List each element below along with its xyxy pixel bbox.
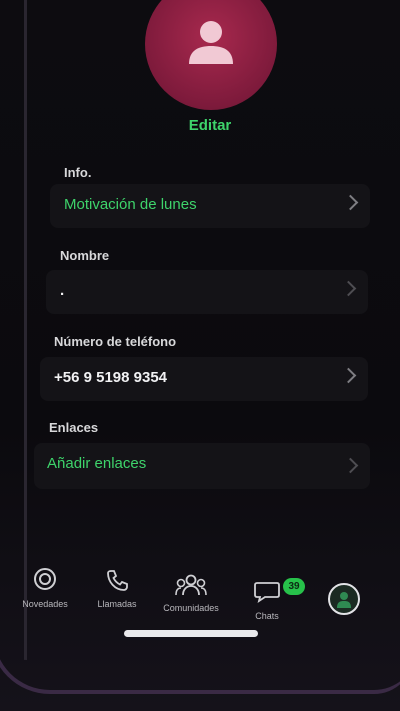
phone-label: Número de teléfono bbox=[54, 334, 177, 349]
chats-unread-badge: 39 bbox=[283, 578, 305, 595]
tab-label: Llamadas bbox=[97, 599, 137, 609]
chevron-right-icon bbox=[340, 367, 357, 384]
tab-comunidades[interactable]: Comunidades bbox=[156, 574, 226, 613]
profile-avatar[interactable] bbox=[145, 0, 277, 110]
phone-icon bbox=[107, 570, 128, 591]
home-indicator[interactable] bbox=[124, 630, 258, 637]
tab-llamadas[interactable]: Llamadas bbox=[88, 568, 146, 609]
profile-avatar-icon bbox=[328, 583, 360, 615]
info-row[interactable]: Motivación de lunes bbox=[50, 184, 370, 228]
tab-label: Chats bbox=[255, 611, 279, 621]
phone-value: +56 9 5198 9354 bbox=[54, 369, 168, 386]
chevron-right-icon bbox=[342, 457, 359, 474]
name-label: Nombre bbox=[60, 248, 110, 263]
add-links-label: Añadir enlaces bbox=[47, 455, 147, 472]
add-links-row[interactable]: Añadir enlaces bbox=[34, 443, 370, 489]
phone-frame: Editar Info. Motivación de lunes Nombre … bbox=[0, 0, 400, 711]
tab-profile[interactable] bbox=[326, 582, 362, 623]
chevron-right-icon bbox=[342, 194, 359, 211]
name-row[interactable]: . bbox=[46, 270, 368, 314]
updates-icon bbox=[34, 568, 56, 590]
tab-novedades[interactable]: Novedades bbox=[14, 566, 76, 609]
name-value: . bbox=[60, 282, 65, 299]
phone-row[interactable]: +56 9 5198 9354 bbox=[40, 357, 368, 401]
person-icon bbox=[189, 21, 233, 64]
links-label: Enlaces bbox=[49, 420, 99, 435]
communities-icon bbox=[175, 574, 207, 596]
info-label: Info. bbox=[64, 165, 92, 180]
info-value: Motivación de lunes bbox=[64, 196, 197, 213]
chats-icon bbox=[254, 582, 280, 604]
tab-label: Comunidades bbox=[163, 603, 219, 613]
chevron-right-icon bbox=[340, 280, 357, 297]
edit-photo-link[interactable]: Editar bbox=[165, 117, 255, 134]
tab-label: Novedades bbox=[22, 599, 68, 609]
